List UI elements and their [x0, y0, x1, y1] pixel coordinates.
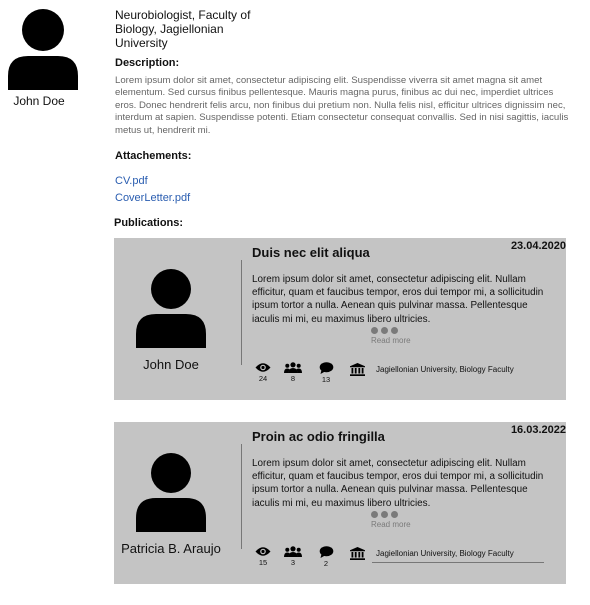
- publication-date: 16.03.2022: [510, 424, 566, 436]
- comments-count: 13: [321, 375, 331, 384]
- publication-abstract: Lorem ipsum dolor sit amet, consectetur …: [252, 274, 544, 325]
- institution-building-icon: [350, 363, 365, 376]
- job-title-line: Neurobiologist, Faculty of: [115, 8, 251, 22]
- views-count: 24: [258, 374, 268, 383]
- card-divider: [241, 444, 242, 549]
- attachment-link-cover-letter[interactable]: CoverLetter.pdf: [115, 192, 190, 204]
- job-title-line: Biology, Jagiellonian: [115, 22, 224, 36]
- people-icon: [284, 362, 302, 373]
- publication-title[interactable]: Proin ac odio fringilla: [252, 429, 385, 444]
- eye-icon: [255, 363, 271, 372]
- coauthors-count: 3: [290, 558, 296, 567]
- institution-building-icon: [350, 547, 365, 560]
- more-dots-icon[interactable]: [371, 511, 398, 518]
- coauthors-stat: 8: [284, 362, 302, 383]
- user-avatar-icon: [136, 453, 206, 532]
- description-text: Lorem ipsum dolor sit amet, consectetur …: [115, 75, 569, 136]
- publication-card[interactable]: John Doe Duis nec elit aliqua 23.04.2020…: [114, 238, 566, 400]
- publications-heading: Publications:: [114, 217, 184, 229]
- coauthors-stat: 3: [284, 546, 302, 567]
- profile-name: John Doe: [13, 94, 65, 108]
- comments-count: 2: [323, 559, 329, 568]
- views-stat: 24: [254, 362, 272, 383]
- attachments-heading: Attachements:: [115, 150, 192, 162]
- speech-bubble-icon: [319, 362, 333, 374]
- publication-author: John Doe: [143, 357, 199, 372]
- author-avatar: [135, 268, 207, 348]
- institution-icon-wrapper: [350, 547, 365, 565]
- institution-icon-wrapper: [350, 363, 365, 381]
- attachment-link-cv[interactable]: CV.pdf: [115, 175, 148, 187]
- institution-name: Jagiellonian University, Biology Faculty: [376, 365, 514, 374]
- publication-card[interactable]: Patricia B. Araujo Proin ac odio fringil…: [114, 422, 566, 584]
- author-avatar: [135, 452, 207, 532]
- people-icon: [284, 546, 302, 557]
- publication-date: 23.04.2020: [510, 240, 566, 252]
- publication-title[interactable]: Duis nec elit aliqua: [252, 245, 370, 260]
- publication-abstract: Lorem ipsum dolor sit amet, consectetur …: [252, 458, 544, 509]
- institution-underline: [372, 562, 544, 563]
- comments-stat: 2: [317, 546, 335, 568]
- speech-bubble-icon: [319, 546, 333, 558]
- eye-icon: [255, 547, 271, 556]
- user-avatar-icon: [8, 9, 78, 90]
- user-avatar-icon: [136, 269, 206, 348]
- profile-avatar: [6, 6, 80, 90]
- comments-stat: 13: [317, 362, 335, 384]
- read-more-link[interactable]: Read more: [371, 520, 411, 529]
- coauthors-count: 8: [290, 374, 296, 383]
- more-dots-icon[interactable]: [371, 327, 398, 334]
- publication-author: Patricia B. Araujo: [121, 541, 221, 556]
- read-more-link[interactable]: Read more: [371, 336, 411, 345]
- institution-name: Jagiellonian University, Biology Faculty: [376, 549, 514, 558]
- card-divider: [241, 260, 242, 365]
- description-heading: Description:: [115, 57, 180, 69]
- job-title-line: University: [115, 36, 168, 50]
- views-count: 15: [258, 558, 268, 567]
- views-stat: 15: [254, 546, 272, 567]
- job-title: Neurobiologist, Faculty of Biology, Jagi…: [115, 8, 275, 50]
